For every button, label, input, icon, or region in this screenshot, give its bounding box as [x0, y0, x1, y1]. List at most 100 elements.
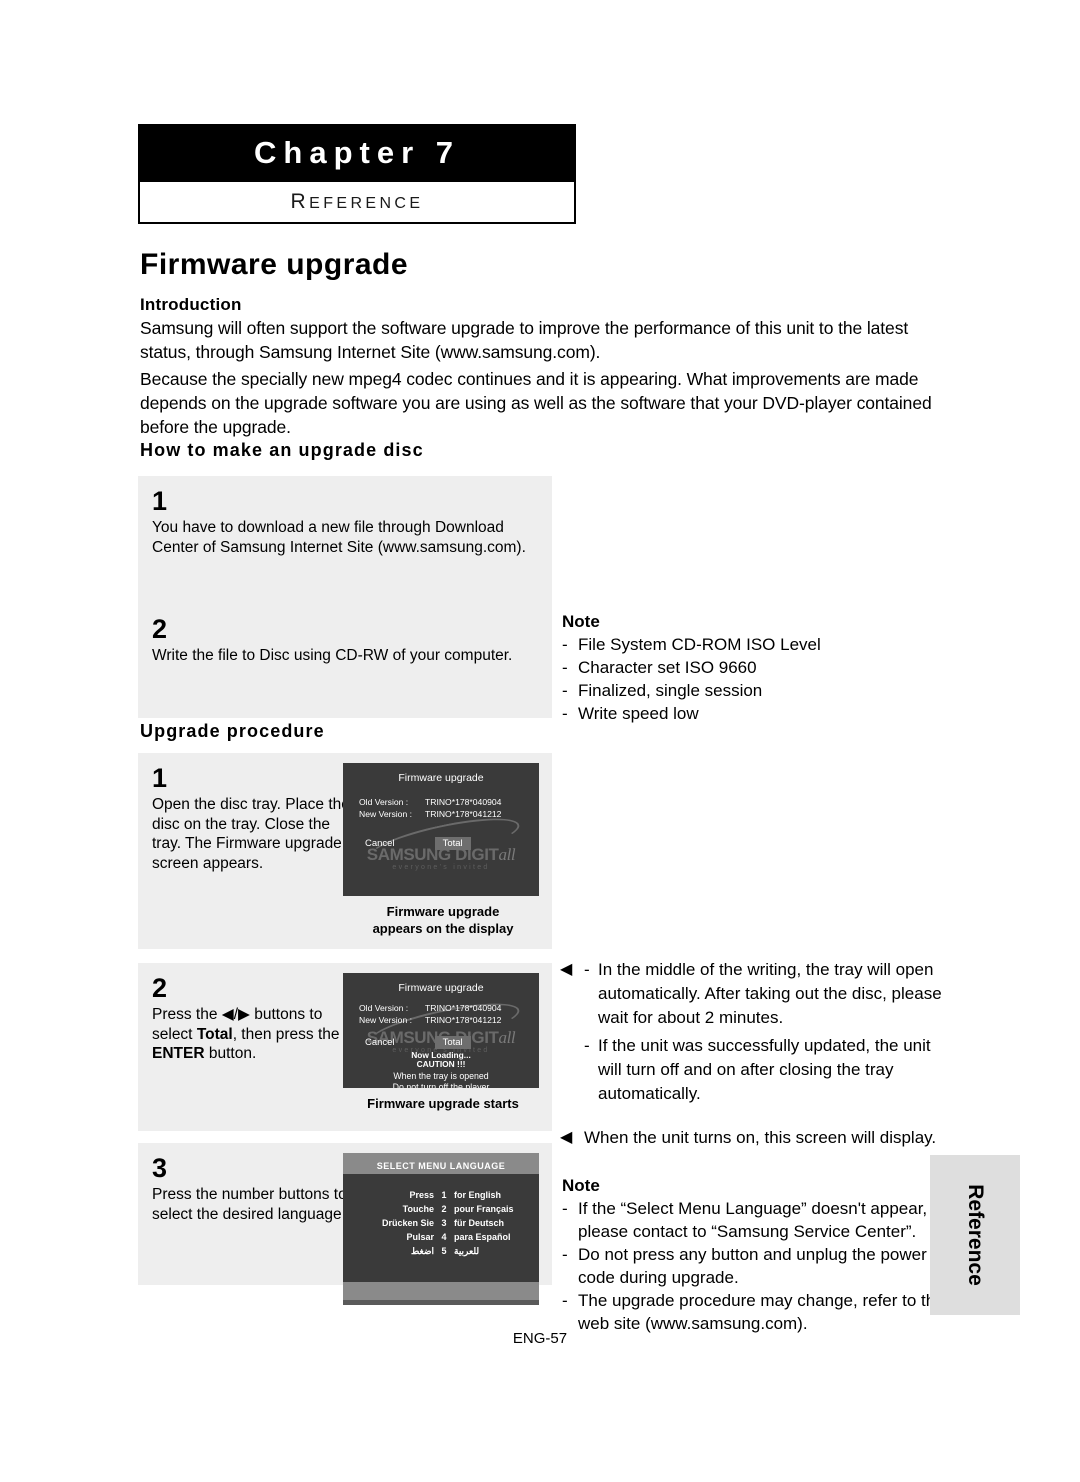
watermark-sub-text: everyone's invited — [392, 864, 490, 871]
procedure-step-3: 3 Press the number buttons to select the… — [138, 1143, 552, 1305]
step2-text-4: button. — [204, 1045, 257, 1062]
note-disc-item-text: Write speed low — [578, 704, 699, 723]
lang-options: Press 1 for English Touche 2 pour França… — [343, 1174, 539, 1268]
tv2-caution-line-2: Do not turn off the player — [392, 1082, 490, 1088]
procedure-step-3-number: 3 — [152, 1153, 168, 1183]
tv2-total-button[interactable]: Total — [434, 1036, 471, 1049]
dash-icon: - — [562, 704, 568, 723]
dash-icon: - — [562, 658, 568, 677]
chapter-subtitle-initial: R — [290, 190, 310, 213]
tv-screen-select-menu-language: SELECT MENU LANGUAGE Press 1 for English… — [343, 1153, 539, 1305]
dash-icon: - — [562, 1291, 568, 1310]
lang-verb: Touche — [402, 1204, 434, 1214]
procedure-step-1-caption: Firmware upgrade appears on the display — [343, 903, 543, 937]
tv2-new-version-label: New Version : — [359, 1015, 413, 1025]
tv1-total-button[interactable]: Total — [434, 837, 471, 850]
tv1-cancel-button[interactable]: Cancel — [365, 838, 395, 849]
arrow-note-text: If the unit was successfully updated, th… — [598, 1036, 931, 1103]
procedure-step-1-number: 1 — [152, 763, 168, 793]
intro-paragraph-1: Samsung will often support the software … — [140, 318, 909, 362]
procedure-step-3-text-col: 3 Press the number buttons to select the… — [152, 1153, 352, 1224]
procedure-step-2-text: Press the ◀/▶ buttons to select Total, t… — [152, 1005, 352, 1064]
side-tab-reference: Reference — [930, 1155, 1020, 1315]
disc-step-1: 1 You have to download a new file throug… — [138, 476, 552, 604]
arrow-note-subrow: - If the unit was successfully updated, … — [560, 1034, 952, 1106]
procedure-step-1-caption-line-2: appears on the display — [372, 921, 514, 936]
note-disc-requirements: Note - File System CD-ROM ISO Level - Ch… — [562, 612, 952, 725]
tv1-buttons: Cancel Total — [343, 837, 539, 850]
tv2-old-version-label: Old Version : — [359, 1003, 409, 1013]
lang-number: 2 — [441, 1204, 447, 1214]
note-disc-item-text: Character set ISO 9660 — [578, 658, 757, 677]
side-tab-label: Reference — [964, 1184, 987, 1286]
arrow-note-row: ◀ - In the middle of the writing, the tr… — [560, 958, 952, 1030]
tv1-old-version-row: Old Version : TRINO*178*040904 — [359, 797, 539, 807]
lang-option-row[interactable]: Drücken Sie 3 für Deutsch — [343, 1216, 539, 1230]
tv2-new-version-row: New Version : TRINO*178*041212 — [359, 1015, 539, 1025]
disc-step-1-number: 1 — [152, 486, 168, 516]
note-disc-item: - Finalized, single session — [562, 679, 952, 702]
arrow-note-screen-display: ◀ When the unit turns on, this screen wi… — [560, 1126, 952, 1150]
procedure-step-2: 2 Press the ◀/▶ buttons to select Total,… — [138, 963, 552, 1131]
lang-verb: Press — [409, 1190, 434, 1200]
tv1-title: Firmware upgrade — [398, 772, 484, 784]
dash-icon: - — [562, 1199, 568, 1218]
note-final-list: - If the “Select Menu Language” doesn't … — [562, 1197, 962, 1335]
tv2-caution-text: CAUTION !!! — [416, 1059, 466, 1069]
tv1-old-version-label: Old Version : — [359, 797, 409, 807]
chapter-header: Chapter 7 REFERENCE — [138, 124, 576, 224]
tv1-new-version-label: New Version : — [359, 809, 413, 819]
procedure-step-1-caption-line-1: Firmware upgrade — [386, 904, 500, 919]
lang-option-row[interactable]: Touche 2 pour Français — [343, 1202, 539, 1216]
procedure-step-2-figure: SAMSUNG DIGITall everyone's invited Firm… — [343, 973, 543, 1112]
lang-language: for English — [454, 1190, 501, 1200]
procedure-step-2-caption: Firmware upgrade starts — [343, 1095, 543, 1112]
tv1-old-version-value: TRINO*178*040904 — [425, 797, 502, 807]
tv2-cancel-button[interactable]: Cancel — [365, 1037, 395, 1048]
lang-language: para Español — [454, 1232, 511, 1242]
procedure-step-3-figure: SELECT MENU LANGUAGE Press 1 for English… — [343, 1153, 543, 1305]
lang-option-row[interactable]: Pulsar 4 para Español — [343, 1230, 539, 1244]
page-title: Firmware upgrade — [140, 248, 409, 281]
procedure-step-3-text: Press the number buttons to select the d… — [152, 1186, 347, 1223]
heading-how-to-make-disc: How to make an upgrade disc — [140, 440, 424, 460]
chapter-subtitle: REFERENCE — [291, 190, 424, 214]
step2-bold-total: Total — [196, 1025, 233, 1043]
note-final-item-text: Do not press any button and unplug the p… — [578, 1245, 927, 1287]
lang-footer-bar — [343, 1282, 539, 1300]
lang-option-row[interactable]: اضغط 5 للعربية — [343, 1244, 539, 1258]
procedure-step-1-text: Open the disc tray. Place the disc on th… — [152, 796, 350, 872]
chapter-title-bar: Chapter 7 — [138, 124, 576, 182]
page-number: ENG-57 — [512, 1330, 568, 1347]
note-final-heading: Note — [562, 1176, 600, 1195]
dash-icon: - — [562, 1245, 568, 1264]
tv2-title: Firmware upgrade — [398, 982, 484, 994]
procedure-step-2-text-col: 2 Press the ◀/▶ buttons to select Total,… — [152, 973, 352, 1064]
lang-option-row[interactable]: Press 1 for English — [343, 1188, 539, 1202]
arrow-left-icon: ◀ — [560, 1129, 573, 1146]
note-final-item-text: If the “Select Menu Language” doesn't ap… — [578, 1199, 928, 1241]
note-final-item-text: The upgrade procedure may change, refer … — [578, 1291, 945, 1333]
arrow-note-text: In the middle of the writing, the tray w… — [598, 960, 942, 1027]
lang-bottom-bar — [343, 1300, 539, 1305]
chapter-title: Chapter 7 — [254, 135, 460, 170]
tv2-new-version-value: TRINO*178*041212 — [425, 1015, 502, 1025]
note-disc-list: - File System CD-ROM ISO Level - Charact… — [562, 633, 952, 725]
arrow-note-text: When the unit turns on, this screen will… — [584, 1128, 937, 1147]
note-disc-item-text: File System CD-ROM ISO Level — [578, 635, 821, 654]
tv2-buttons: Cancel Total — [343, 1036, 539, 1049]
tv1-new-version-value: TRINO*178*041212 — [425, 809, 502, 819]
note-disc-item-text: Finalized, single session — [578, 681, 763, 700]
note-final-item: - Do not press any button and unplug the… — [562, 1243, 962, 1289]
tv2-caution-line-1: When the tray is opened — [393, 1071, 489, 1081]
page-footer: ENG-57 — [0, 1330, 1080, 1347]
lang-language: للعربية — [454, 1246, 480, 1256]
lang-number: 4 — [441, 1232, 447, 1242]
chapter-subtitle-rest: EFERENCE — [309, 195, 424, 212]
tv1-new-version-row: New Version : TRINO*178*041212 — [359, 809, 539, 819]
note-disc-item: - Write speed low — [562, 702, 952, 725]
dash-icon: - — [584, 1036, 590, 1055]
left-right-arrows-icon: ◀/▶ — [221, 1006, 250, 1023]
arrow-note-row: ◀ When the unit turns on, this screen wi… — [560, 1126, 952, 1150]
heading-upgrade-procedure: Upgrade procedure — [140, 721, 325, 741]
